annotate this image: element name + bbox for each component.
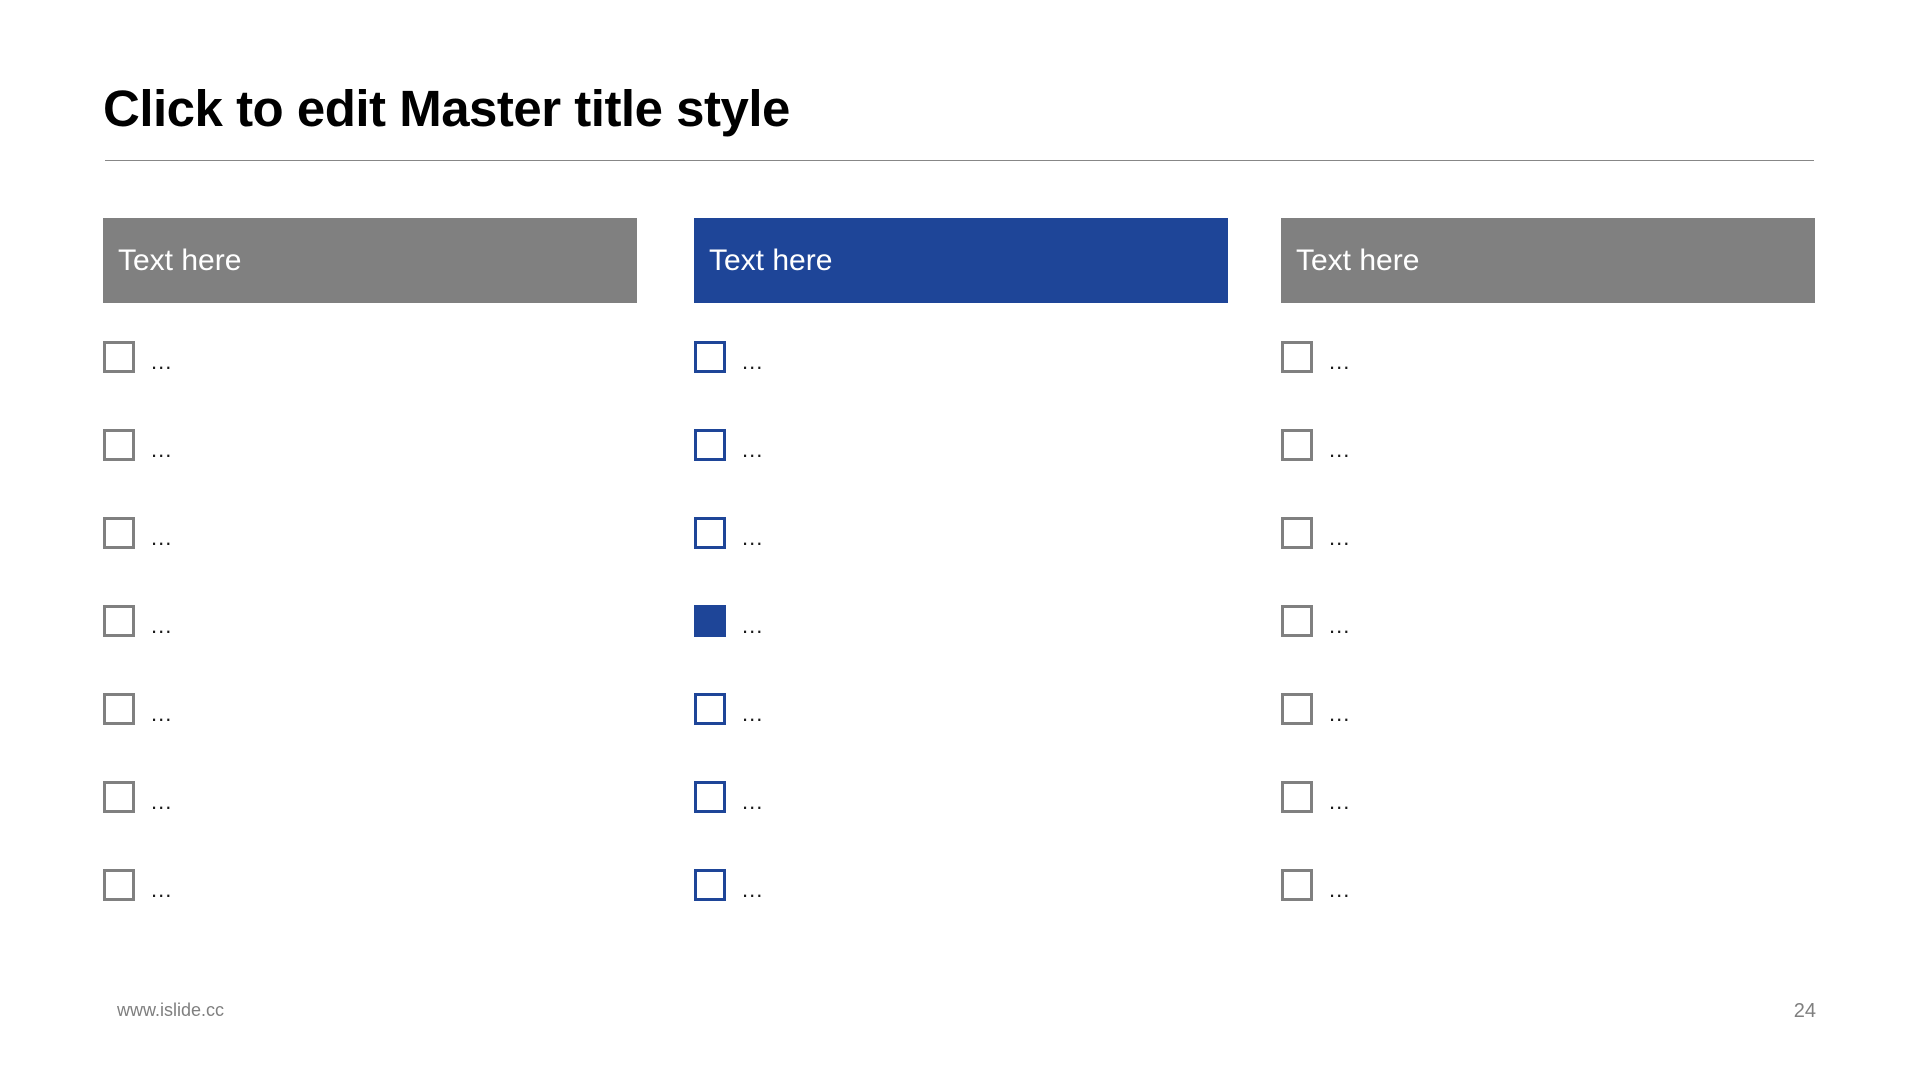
- column-2-header-label: Text here: [709, 243, 833, 277]
- list-item[interactable]: ...: [694, 517, 1228, 605]
- list-item-label: ...: [151, 525, 173, 550]
- column-3-header-label: Text here: [1296, 243, 1420, 277]
- list-item-label: ...: [151, 437, 173, 462]
- slide-canvas: Click to edit Master title style Text he…: [0, 0, 1920, 1080]
- checkbox-icon[interactable]: [1281, 341, 1313, 373]
- checkbox-icon[interactable]: [694, 517, 726, 549]
- list-item-label: ...: [1329, 789, 1351, 814]
- checkbox-icon[interactable]: [1281, 517, 1313, 549]
- list-item[interactable]: ...: [694, 605, 1228, 693]
- checkbox-icon[interactable]: [1281, 429, 1313, 461]
- columns-container: Text here ... ... ... ... ... ... ... Te…: [0, 0, 1920, 1080]
- column-3: Text here ... ... ... ... ... ... ...: [1281, 218, 1815, 901]
- list-item-label: ...: [742, 877, 764, 902]
- list-item-label: ...: [742, 613, 764, 638]
- checkbox-icon[interactable]: [1281, 693, 1313, 725]
- list-item-label: ...: [742, 701, 764, 726]
- checkbox-icon[interactable]: [103, 869, 135, 901]
- list-item-label: ...: [151, 613, 173, 638]
- list-item-label: ...: [1329, 349, 1351, 374]
- list-item-label: ...: [742, 525, 764, 550]
- checkbox-icon[interactable]: [103, 341, 135, 373]
- column-1-header-label: Text here: [118, 243, 242, 277]
- list-item[interactable]: ...: [694, 429, 1228, 517]
- list-item[interactable]: ...: [1281, 429, 1815, 517]
- checkbox-icon[interactable]: [694, 869, 726, 901]
- footer-url[interactable]: www.islide.cc: [117, 1000, 224, 1021]
- checkbox-icon[interactable]: [103, 429, 135, 461]
- slide-number: 24: [1793, 1000, 1816, 1022]
- list-item-label: ...: [1329, 437, 1351, 462]
- list-item[interactable]: ...: [103, 341, 637, 429]
- checkbox-icon[interactable]: [694, 781, 726, 813]
- list-item[interactable]: ...: [1281, 869, 1815, 957]
- checkbox-icon[interactable]: [103, 517, 135, 549]
- column-3-items: ... ... ... ... ... ... ...: [1281, 341, 1815, 957]
- list-item[interactable]: ...: [694, 781, 1228, 869]
- checkbox-icon[interactable]: [103, 605, 135, 637]
- column-2: Text here ... ... ... ... ... ... ...: [694, 218, 1228, 901]
- checkbox-icon[interactable]: [694, 429, 726, 461]
- list-item[interactable]: ...: [103, 693, 637, 781]
- list-item[interactable]: ...: [1281, 517, 1815, 605]
- list-item-label: ...: [1329, 525, 1351, 550]
- list-item-label: ...: [742, 789, 764, 814]
- list-item[interactable]: ...: [1281, 341, 1815, 429]
- list-item[interactable]: ...: [1281, 693, 1815, 781]
- column-1: Text here ... ... ... ... ... ... ...: [103, 218, 637, 901]
- list-item[interactable]: ...: [694, 869, 1228, 957]
- column-1-header[interactable]: Text here: [103, 218, 637, 303]
- list-item-label: ...: [1329, 701, 1351, 726]
- checkbox-icon[interactable]: [103, 781, 135, 813]
- list-item-label: ...: [151, 701, 173, 726]
- column-3-header[interactable]: Text here: [1281, 218, 1815, 303]
- list-item-label: ...: [151, 789, 173, 814]
- list-item[interactable]: ...: [103, 605, 637, 693]
- list-item[interactable]: ...: [1281, 781, 1815, 869]
- checkbox-icon[interactable]: [694, 341, 726, 373]
- list-item[interactable]: ...: [103, 869, 637, 957]
- list-item-label: ...: [1329, 613, 1351, 638]
- list-item-label: ...: [742, 349, 764, 374]
- checkbox-icon[interactable]: [1281, 869, 1313, 901]
- list-item[interactable]: ...: [694, 341, 1228, 429]
- list-item-label: ...: [742, 437, 764, 462]
- list-item-label: ...: [151, 349, 173, 374]
- column-2-items: ... ... ... ... ... ... ...: [694, 341, 1228, 957]
- list-item[interactable]: ...: [103, 517, 637, 605]
- checkbox-icon[interactable]: [1281, 605, 1313, 637]
- list-item[interactable]: ...: [694, 693, 1228, 781]
- column-2-header[interactable]: Text here: [694, 218, 1228, 303]
- list-item-label: ...: [151, 877, 173, 902]
- list-item-label: ...: [1329, 877, 1351, 902]
- checkbox-checked-icon[interactable]: [694, 605, 726, 637]
- checkbox-icon[interactable]: [694, 693, 726, 725]
- column-1-items: ... ... ... ... ... ... ...: [103, 341, 637, 957]
- list-item[interactable]: ...: [1281, 605, 1815, 693]
- checkbox-icon[interactable]: [1281, 781, 1313, 813]
- checkbox-icon[interactable]: [103, 693, 135, 725]
- list-item[interactable]: ...: [103, 781, 637, 869]
- list-item[interactable]: ...: [103, 429, 637, 517]
